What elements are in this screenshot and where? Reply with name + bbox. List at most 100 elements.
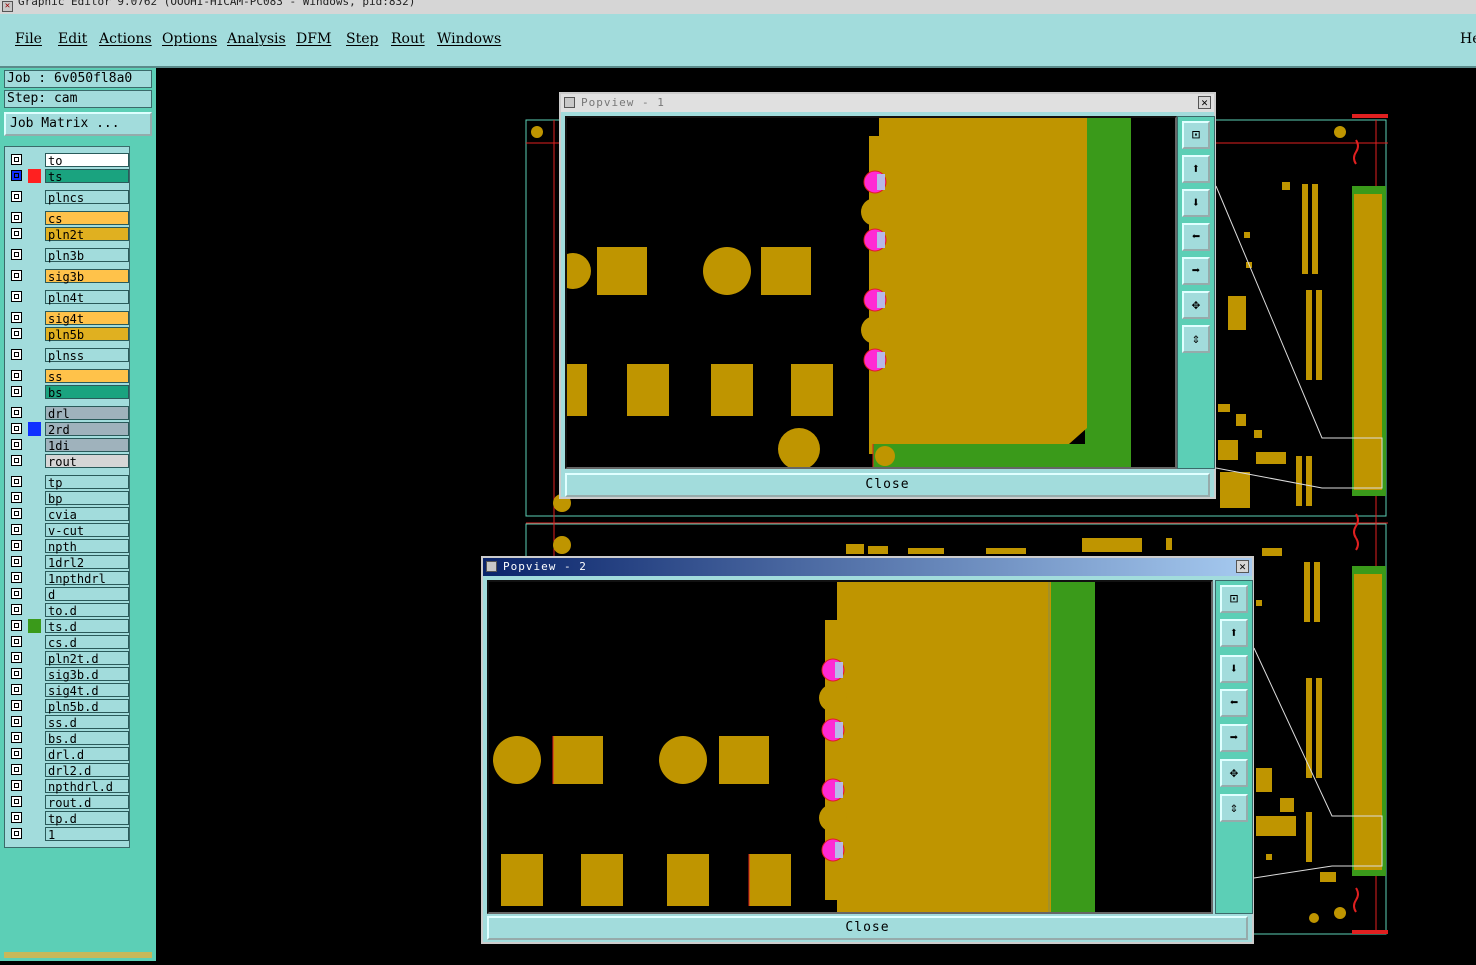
layer-row-1npthdrl[interactable]: 1npthdrl xyxy=(9,571,129,586)
layer-row-pln3b[interactable]: pln3b xyxy=(9,248,129,263)
popview-1-close-button[interactable]: Close xyxy=(565,473,1210,497)
layer-checkbox[interactable] xyxy=(11,476,22,487)
layer-name[interactable]: pln5b.d xyxy=(45,699,129,714)
layer-name[interactable]: to xyxy=(45,153,129,168)
layer-checkbox[interactable] xyxy=(11,154,22,165)
job-matrix-button[interactable]: Job Matrix ... xyxy=(4,112,152,136)
layer-row-bp[interactable]: bp xyxy=(9,491,129,506)
layer-name[interactable]: cs.d xyxy=(45,635,129,650)
layer-name[interactable]: cvia xyxy=(45,507,129,522)
layer-row-npth[interactable]: npth xyxy=(9,539,129,554)
layer-name[interactable]: bp xyxy=(45,491,129,506)
layer-checkbox[interactable] xyxy=(11,228,22,239)
layer-name[interactable]: rout xyxy=(45,454,129,469)
layer-checkbox[interactable] xyxy=(11,748,22,759)
layer-row-rout-d[interactable]: rout.d xyxy=(9,795,129,810)
layer-checkbox[interactable] xyxy=(11,291,22,302)
layer-name[interactable]: npthdrl.d xyxy=(45,779,129,794)
layer-row-bs-d[interactable]: bs.d xyxy=(9,731,129,746)
layer-row-drl[interactable]: drl xyxy=(9,406,129,421)
layer-checkbox[interactable] xyxy=(11,249,22,260)
layer-name[interactable]: drl xyxy=(45,406,129,421)
layer-checkbox[interactable] xyxy=(11,508,22,519)
layer-name[interactable]: tp.d xyxy=(45,811,129,826)
layer-name[interactable]: 1npthdrl xyxy=(45,571,129,586)
layer-name[interactable]: pln3b xyxy=(45,248,129,263)
popview-1-close-icon[interactable]: ✕ xyxy=(1198,96,1211,109)
layer-row-tp-d[interactable]: tp.d xyxy=(9,811,129,826)
pan-left-icon[interactable]: ⬅ xyxy=(1220,689,1248,717)
layer-checkbox[interactable] xyxy=(11,540,22,551)
zoom-in-icon[interactable]: ✥ xyxy=(1182,291,1210,319)
layer-checkbox[interactable] xyxy=(11,652,22,663)
layer-checkbox[interactable] xyxy=(11,572,22,583)
layer-checkbox[interactable] xyxy=(11,716,22,727)
layer-checkbox[interactable] xyxy=(11,668,22,679)
layer-checkbox[interactable] xyxy=(11,780,22,791)
layer-row-pln5b[interactable]: pln5b xyxy=(9,327,129,342)
layer-row-cs-d[interactable]: cs.d xyxy=(9,635,129,650)
layer-name[interactable]: plncs xyxy=(45,190,129,205)
layer-checkbox[interactable] xyxy=(11,386,22,397)
popview-2-viewport[interactable] xyxy=(487,580,1213,914)
layer-row-drl2-d[interactable]: drl2.d xyxy=(9,763,129,778)
layer-name[interactable]: tp xyxy=(45,475,129,490)
layer-checkbox[interactable] xyxy=(11,170,22,181)
layer-checkbox[interactable] xyxy=(11,212,22,223)
layer-row-bs[interactable]: bs xyxy=(9,385,129,400)
layer-row-ss-d[interactable]: ss.d xyxy=(9,715,129,730)
layer-row-sig4t[interactable]: sig4t xyxy=(9,311,129,326)
layer-row-ts-d[interactable]: ts.d xyxy=(9,619,129,634)
menu-step[interactable]: Step xyxy=(346,31,378,47)
layer-checkbox[interactable] xyxy=(11,423,22,434)
layer-checkbox[interactable] xyxy=(11,700,22,711)
layer-row-pln4t[interactable]: pln4t xyxy=(9,290,129,305)
layer-row-to[interactable]: to xyxy=(9,153,129,168)
popview-1-title-bar[interactable]: Popview - 1 xyxy=(561,94,1214,112)
layer-name[interactable]: sig4t.d xyxy=(45,683,129,698)
layer-name[interactable]: to.d xyxy=(45,603,129,618)
layer-row-rout[interactable]: rout xyxy=(9,454,129,469)
layer-row-ts[interactable]: ts xyxy=(9,169,129,184)
popview-2-title-bar[interactable]: Popview - 2 xyxy=(483,558,1252,576)
layer-name[interactable]: ss.d xyxy=(45,715,129,730)
layer-row-d[interactable]: d xyxy=(9,587,129,602)
pan-up-icon[interactable]: ⬆ xyxy=(1182,155,1210,183)
layer-row-plnss[interactable]: plnss xyxy=(9,348,129,363)
pan-left-icon[interactable]: ⬅ xyxy=(1182,223,1210,251)
layer-checkbox[interactable] xyxy=(11,312,22,323)
layer-checkbox[interactable] xyxy=(11,524,22,535)
zoom-out-icon[interactable]: ⇕ xyxy=(1220,794,1248,822)
layer-row-1di[interactable]: 1di xyxy=(9,438,129,453)
layer-row-plncs[interactable]: plncs xyxy=(9,190,129,205)
zoom-home-icon[interactable]: ⊡ xyxy=(1182,121,1210,149)
layer-checkbox[interactable] xyxy=(11,588,22,599)
pan-right-icon[interactable]: ➡ xyxy=(1220,724,1248,752)
layer-checkbox[interactable] xyxy=(11,620,22,631)
layer-name[interactable]: ts.d xyxy=(45,619,129,634)
layer-checkbox[interactable] xyxy=(11,270,22,281)
layer-name[interactable]: pln4t xyxy=(45,290,129,305)
layer-name[interactable]: 1 xyxy=(45,827,129,842)
layer-checkbox[interactable] xyxy=(11,604,22,615)
layer-row-v-cut[interactable]: v-cut xyxy=(9,523,129,538)
menu-dfm[interactable]: DFM xyxy=(296,31,331,47)
layer-checkbox[interactable] xyxy=(11,812,22,823)
pan-up-icon[interactable]: ⬆ xyxy=(1220,619,1248,647)
layer-checkbox[interactable] xyxy=(11,828,22,839)
layer-name[interactable]: 2rd xyxy=(45,422,129,437)
layer-name[interactable]: bs.d xyxy=(45,731,129,746)
layer-row-sig3b-d[interactable]: sig3b.d xyxy=(9,667,129,682)
popview-2-close-button[interactable]: Close xyxy=(487,916,1248,940)
zoom-in-icon[interactable]: ✥ xyxy=(1220,759,1248,787)
layer-row-cs[interactable]: cs xyxy=(9,211,129,226)
zoom-home-icon[interactable]: ⊡ xyxy=(1220,585,1248,613)
menu-windows[interactable]: Windows xyxy=(437,31,501,47)
layer-name[interactable]: 1drl2 xyxy=(45,555,129,570)
layer-row-pln2t-d[interactable]: pln2t.d xyxy=(9,651,129,666)
pan-right-icon[interactable]: ➡ xyxy=(1182,257,1210,285)
layer-checkbox[interactable] xyxy=(11,407,22,418)
menu-edit[interactable]: Edit xyxy=(58,31,87,47)
menu-options[interactable]: Options xyxy=(162,31,217,47)
layer-row-npthdrl-d[interactable]: npthdrl.d xyxy=(9,779,129,794)
